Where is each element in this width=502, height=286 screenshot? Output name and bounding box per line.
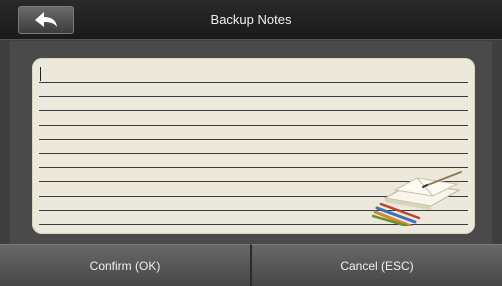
notebook-pencils-icon xyxy=(371,171,462,226)
ruled-line xyxy=(39,82,468,83)
ruled-line xyxy=(39,110,468,112)
ruled-line xyxy=(39,96,468,98)
backup-notes-screen: Backup Notes Confirm (OK) Cancel (ESC) xyxy=(0,0,502,286)
back-button[interactable] xyxy=(18,6,74,34)
back-arrow-icon xyxy=(35,12,57,27)
ruled-line xyxy=(39,138,468,140)
cancel-button[interactable]: Cancel (ESC) xyxy=(250,244,502,286)
text-cursor xyxy=(40,67,41,81)
ruled-line xyxy=(39,124,468,126)
confirm-button[interactable]: Confirm (OK) xyxy=(0,244,250,286)
footer-bar: Confirm (OK) Cancel (ESC) xyxy=(0,244,502,286)
page-title: Backup Notes xyxy=(210,12,292,27)
notes-text-area[interactable] xyxy=(32,58,475,234)
title-bar: Backup Notes xyxy=(0,0,502,40)
content-panel xyxy=(10,41,492,244)
ruled-line xyxy=(39,153,468,154)
